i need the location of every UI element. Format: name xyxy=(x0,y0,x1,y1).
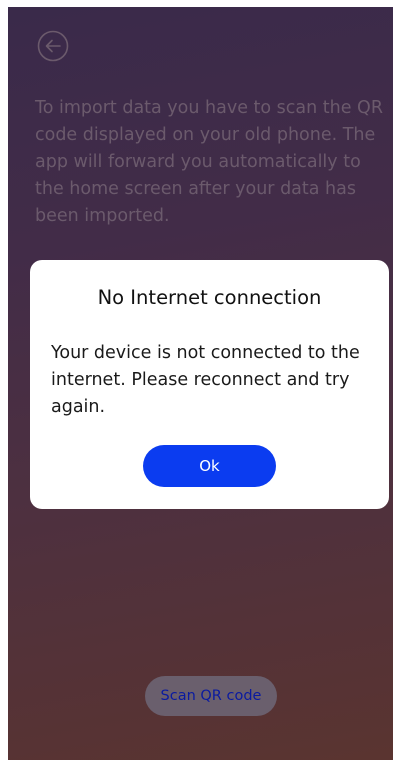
dialog-message: Your device is not connected to the inte… xyxy=(51,343,360,417)
scan-qr-code-button[interactable]: Scan QR code xyxy=(145,676,277,716)
import-screen: To import data you have to scan the QR c… xyxy=(8,7,393,760)
dialog-title: No Internet connection xyxy=(97,286,322,309)
no-internet-dialog: No Internet connection Your device is no… xyxy=(30,260,389,509)
ok-button[interactable]: Ok xyxy=(143,445,276,487)
